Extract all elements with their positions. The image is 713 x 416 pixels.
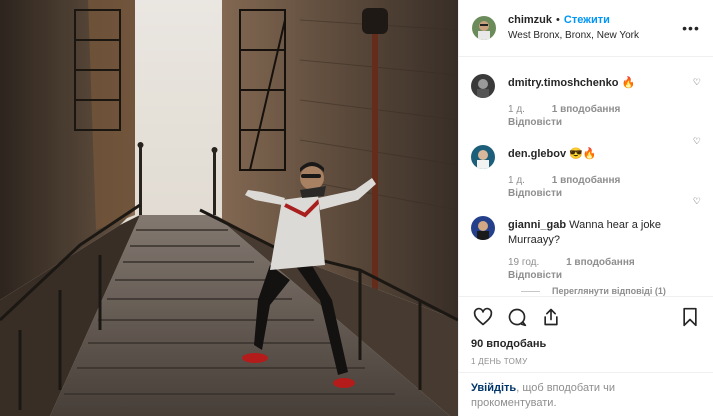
comment-time[interactable]: 1 д. xyxy=(508,175,525,186)
view-replies-label: Переглянути відповіді (1) xyxy=(552,286,666,296)
post-photo[interactable] xyxy=(0,0,458,416)
reply-button[interactable]: Відповісти xyxy=(508,117,562,128)
comment-username[interactable]: gianni_gab xyxy=(508,219,566,231)
comment-username[interactable]: dmitry.timoshchenko xyxy=(508,77,618,89)
heart-icon[interactable] xyxy=(471,305,495,329)
comment-item: den.glebov 😎🔥 1 д. 1 вподобання Відповіс… xyxy=(471,145,713,200)
author-avatar[interactable] xyxy=(472,16,496,40)
action-bar xyxy=(459,297,713,337)
login-prompt: Увійдіть, щоб вподобати чи прокоментуват… xyxy=(459,372,713,411)
comment-like-heart-icon[interactable]: ♡ xyxy=(693,196,701,207)
comment-time[interactable]: 19 год. xyxy=(508,257,539,268)
commenter-avatar[interactable] xyxy=(471,216,495,240)
joker-stairs-photo xyxy=(0,0,458,416)
commenter-avatar[interactable] xyxy=(471,74,495,98)
post-header: chimzuk • Стежити West Bronx, Bronx, New… xyxy=(459,0,713,57)
separator-dot: • xyxy=(556,14,560,26)
likes-count[interactable]: 90 вподобань xyxy=(459,337,713,351)
comment-item: gianni_gab Wanna hear a joke Murraayy? 1… xyxy=(471,216,713,282)
post-timestamp[interactable]: 1 ДЕНЬ ТОМУ xyxy=(459,351,713,366)
comment-text: 🔥 xyxy=(621,77,636,89)
comment-text: 😎🔥 xyxy=(569,148,597,160)
post-actions-section: 90 вподобань 1 ДЕНЬ ТОМУ xyxy=(459,296,713,366)
post-side-panel: chimzuk • Стежити West Bronx, Bronx, New… xyxy=(458,0,713,416)
more-options-icon[interactable]: ••• xyxy=(681,20,701,36)
comment-likes[interactable]: 1 вподобання xyxy=(566,257,635,268)
reply-button[interactable]: Відповісти xyxy=(508,188,562,199)
view-replies-link[interactable]: Переглянути відповіді (1) xyxy=(521,286,713,296)
post-container: chimzuk • Стежити West Bronx, Bronx, New… xyxy=(0,0,713,416)
comment-like-heart-icon[interactable]: ♡ xyxy=(693,136,701,147)
commenter-avatar[interactable] xyxy=(471,145,495,169)
comment-username[interactable]: den.glebov xyxy=(508,148,566,160)
comment-icon[interactable] xyxy=(505,305,529,329)
comment-item: dmitry.timoshchenko 🔥 1 д. 1 вподобання … xyxy=(471,74,713,129)
follow-button[interactable]: Стежити xyxy=(564,13,610,28)
replies-divider-line xyxy=(521,290,540,292)
post-location[interactable]: West Bronx, Bronx, New York xyxy=(508,28,681,43)
comment-likes[interactable]: 1 вподобання xyxy=(552,104,621,115)
reply-button[interactable]: Відповісти xyxy=(508,270,562,281)
comment-time[interactable]: 1 д. xyxy=(508,104,525,115)
author-username[interactable]: chimzuk xyxy=(508,13,552,28)
login-link[interactable]: Увійдіть xyxy=(471,382,516,394)
share-icon[interactable] xyxy=(539,305,563,329)
comment-likes[interactable]: 1 вподобання xyxy=(552,175,621,186)
comment-like-heart-icon[interactable]: ♡ xyxy=(693,77,701,88)
bookmark-icon[interactable] xyxy=(678,305,702,329)
comments-list: dmitry.timoshchenko 🔥 1 д. 1 вподобання … xyxy=(459,57,713,296)
